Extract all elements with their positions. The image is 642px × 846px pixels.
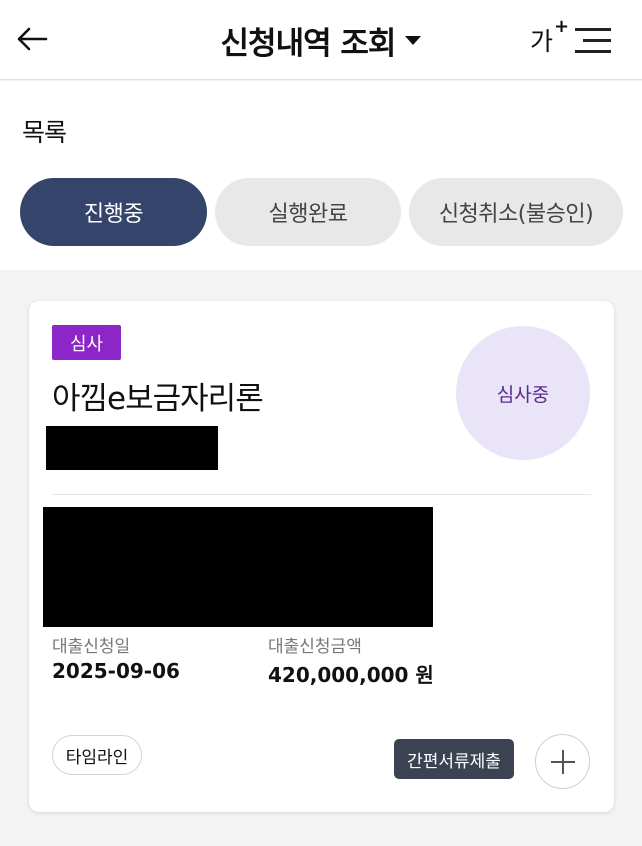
- app-header: 신청내역 조회 가 +: [0, 0, 642, 80]
- page-title: 신청내역 조회: [220, 26, 397, 62]
- status-badge: 심사: [52, 325, 121, 360]
- font-size-label: 가: [530, 27, 554, 56]
- caret-down-icon[interactable]: [405, 36, 422, 45]
- font-size-button[interactable]: 가 +: [530, 16, 569, 58]
- product-name: 아낌e보금자리론: [52, 381, 264, 417]
- tab-in-progress[interactable]: 진행중: [20, 178, 207, 246]
- apply-amount-value: 420,000,000 원: [268, 663, 434, 687]
- apply-amount-label: 대출신청금액: [268, 637, 362, 657]
- tab-cancelled[interactable]: 신청취소(불승인): [409, 178, 623, 246]
- application-card: 심사 아낌e보금자리론 심사중 대출신청일 2025-09-06 대출신청금액 …: [29, 301, 614, 812]
- apply-date-label: 대출신청일: [52, 637, 131, 657]
- menu-line: [583, 39, 611, 42]
- hamburger-menu-icon[interactable]: [575, 26, 613, 56]
- redacted-block: [46, 426, 218, 470]
- divider: [52, 494, 591, 495]
- plus-icon[interactable]: [535, 734, 590, 789]
- timeline-button[interactable]: 타임라인: [52, 735, 142, 775]
- status-circle: 심사중: [456, 326, 590, 460]
- list-section: 목록 진행중 실행완료 신청취소(불승인): [0, 81, 642, 270]
- plus-icon: +: [554, 16, 570, 37]
- menu-line: [575, 28, 611, 31]
- tab-completed[interactable]: 실행완료: [215, 178, 401, 246]
- redacted-block: [43, 507, 433, 627]
- section-title: 목록: [22, 118, 67, 147]
- simple-document-submit-button[interactable]: 간편서류제출: [394, 739, 514, 779]
- status-tabs: 진행중 실행완료 신청취소(불승인): [20, 178, 623, 246]
- apply-date-value: 2025-09-06: [52, 659, 180, 683]
- menu-line: [575, 50, 611, 53]
